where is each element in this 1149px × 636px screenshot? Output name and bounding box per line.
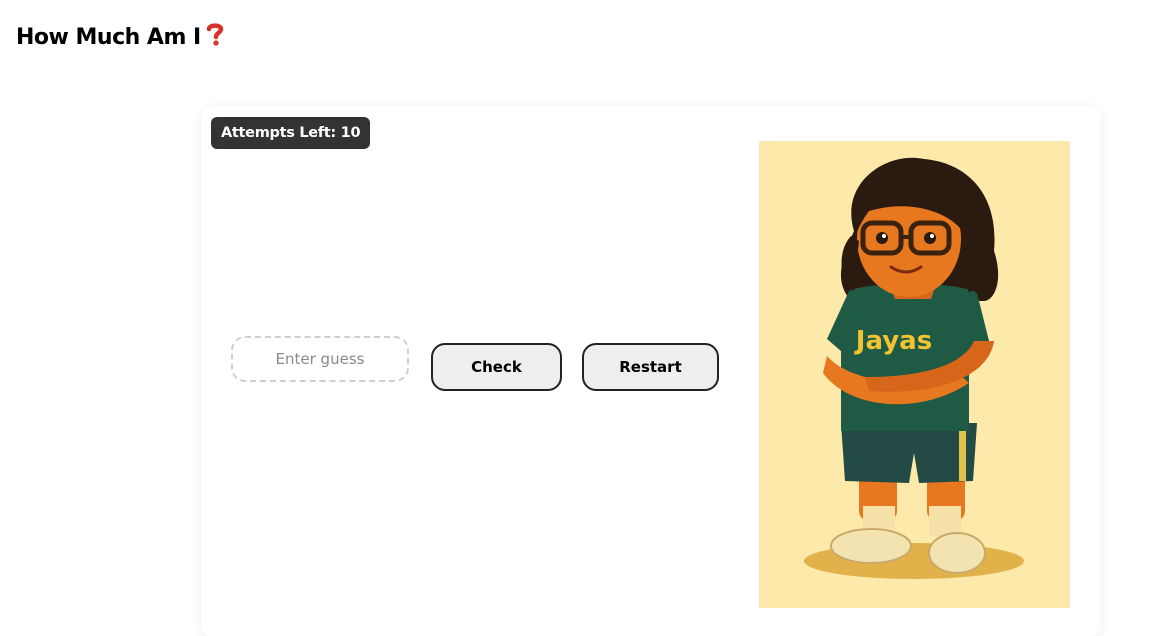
character-portrait: Jayas (759, 141, 1070, 608)
check-button[interactable]: Check (431, 343, 562, 391)
page-title: How Much Am I (16, 22, 225, 52)
red-question-mark-icon (205, 22, 225, 52)
guess-input[interactable] (231, 336, 409, 382)
shirt-text: Jayas (854, 326, 932, 356)
attempts-badge: Attempts Left: 10 (211, 117, 371, 149)
restart-button[interactable]: Restart (582, 343, 719, 391)
page-title-text: How Much Am I (16, 24, 201, 50)
game-card: Attempts Left: 10 Check Restart (201, 106, 1101, 636)
